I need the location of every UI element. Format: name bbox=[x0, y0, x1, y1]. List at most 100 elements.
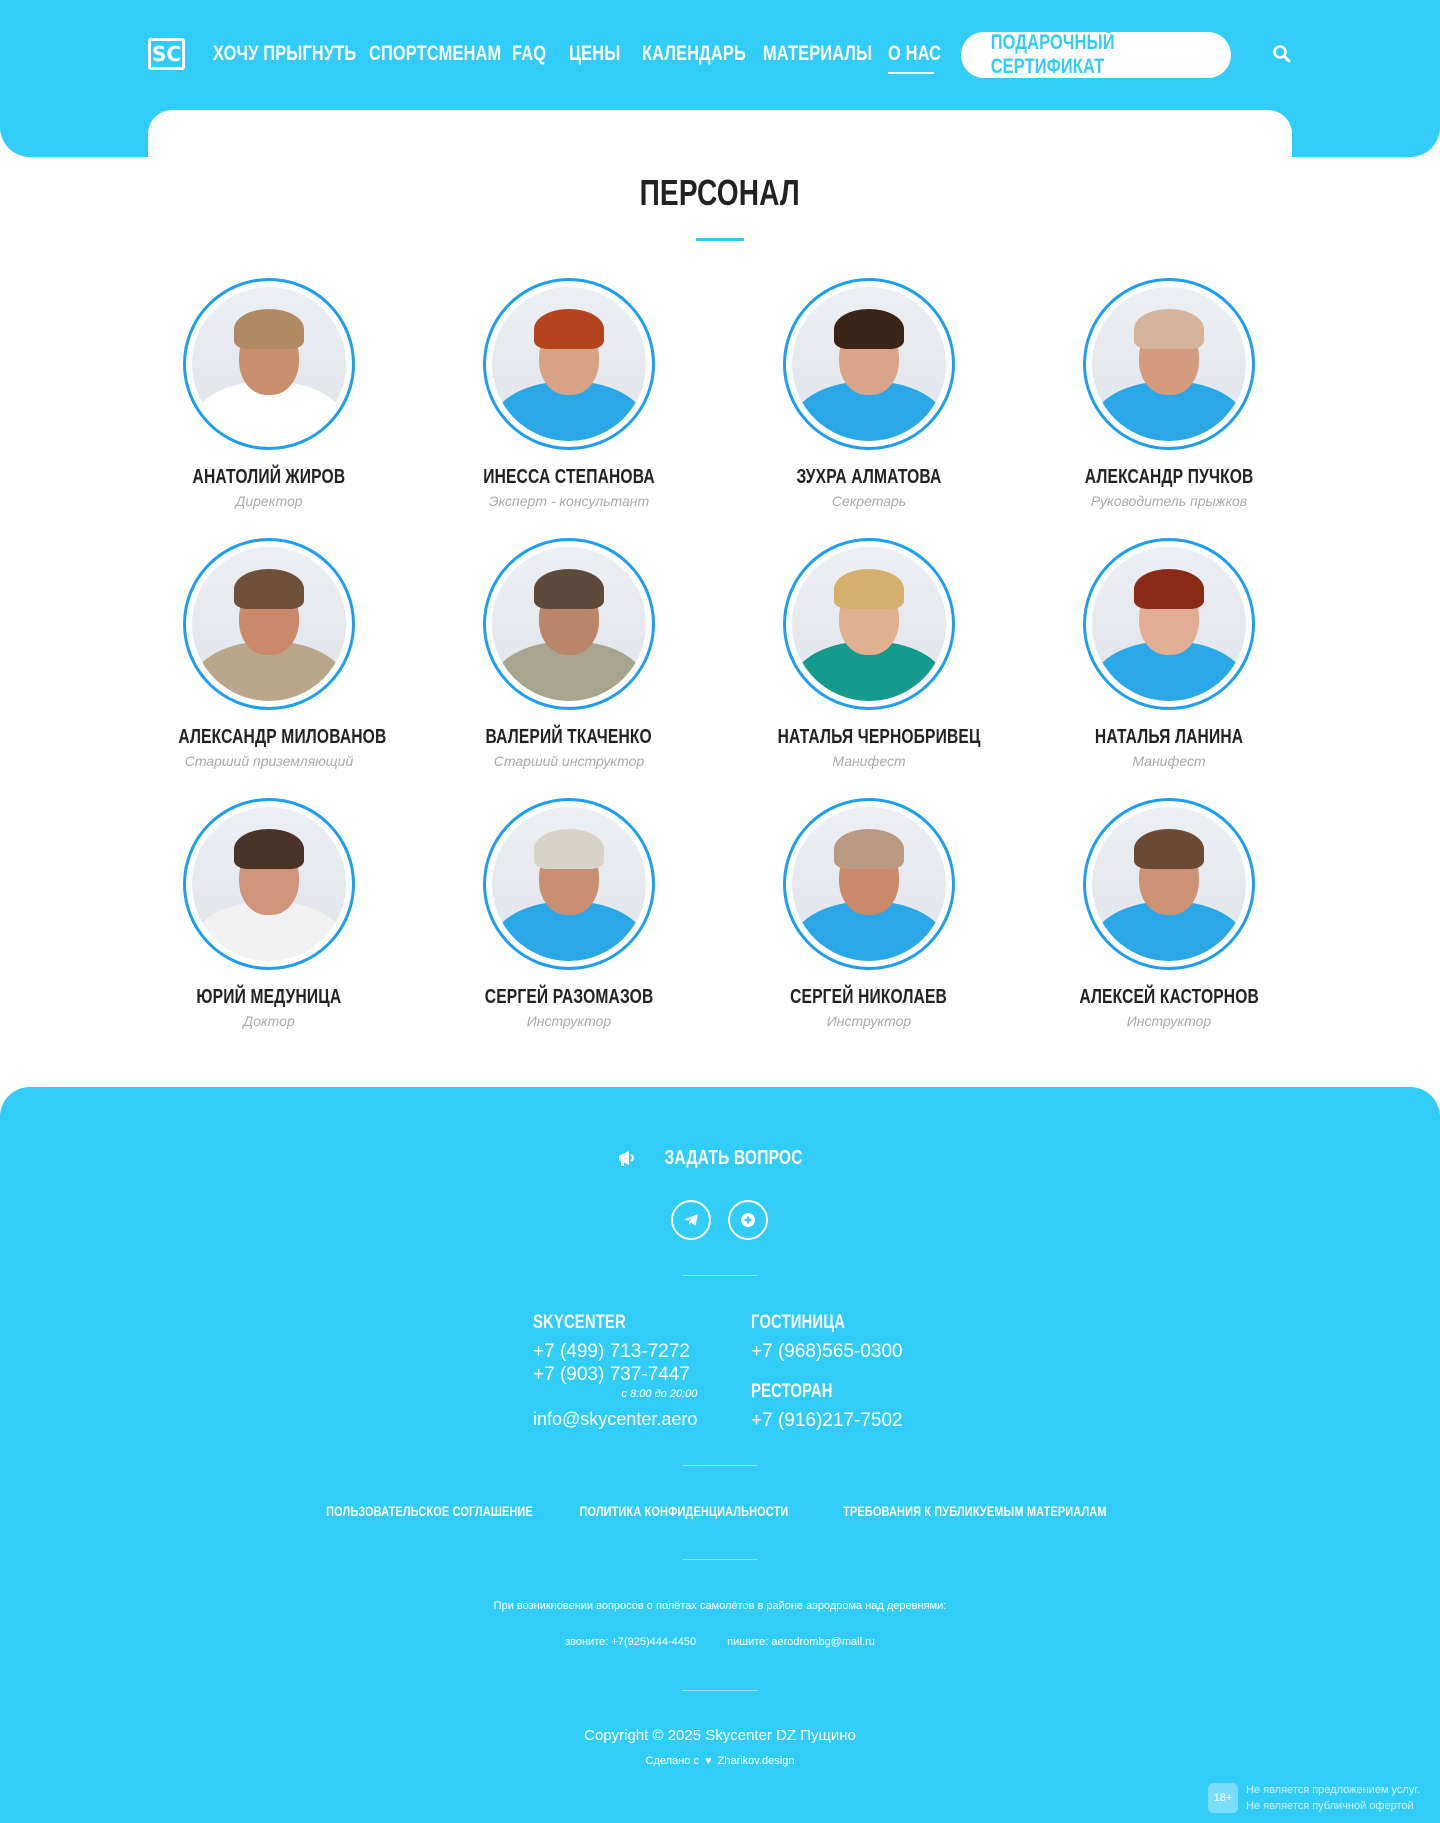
staff-card: ЗУХРА АЛМАТОВА Секретарь bbox=[749, 278, 989, 509]
megaphone-icon bbox=[619, 1151, 635, 1166]
staff-role: Инструктор bbox=[826, 1013, 912, 1029]
notice-contacts: звоните: +7(925)444-4450 пишите: aerodro… bbox=[0, 1636, 1440, 1648]
contacts-heading: SKYCENTER bbox=[533, 1312, 626, 1333]
avatar bbox=[183, 538, 355, 710]
staff-card: ЮРИЙ МЕДУНИЦА Доктор bbox=[149, 798, 389, 1029]
gift-certificate-button[interactable]: ПОДАРОЧНЫЙ СЕРТИФИКАТ bbox=[961, 31, 1231, 78]
staff-name: СЕРГЕЙ РАЗОМАЗОВ bbox=[484, 986, 654, 1008]
staff-section: ПЕРСОНАЛ АНАТОЛИЙ ЖИРОВ Директор ИНЕССА СТ… bbox=[148, 110, 1292, 1100]
contacts-skycenter: SKYCENTER +7 (499) 713-7272 +7 (903) 737… bbox=[533, 1312, 697, 1431]
avatar-photo bbox=[492, 807, 646, 961]
site-logo[interactable]: SC bbox=[148, 38, 185, 70]
email-link[interactable]: info@skycenter.aero bbox=[533, 1408, 697, 1431]
staff-card: НАТАЛЬЯ ЛАНИНА Манифест bbox=[1049, 538, 1289, 769]
staff-name: ВАЛЕРИЙ ТКАЧЕНКО bbox=[485, 726, 653, 748]
plus-circle-icon bbox=[741, 1213, 755, 1227]
divider bbox=[682, 1559, 758, 1560]
avatar-photo bbox=[792, 287, 946, 441]
plus-button[interactable] bbox=[728, 1200, 768, 1240]
copyright: Copyright © 2025 Skycenter DZ Пущино bbox=[584, 1727, 856, 1744]
staff-card: АЛЕКСАНДР ПУЧКОВ Руководитель прыжков bbox=[1049, 278, 1289, 509]
made-by-prefix: Сделано с bbox=[645, 1755, 699, 1767]
avatar-hair bbox=[834, 828, 904, 869]
staff-card: АЛЕКСАНДР МИЛОВАНОВ Старший приземляющий bbox=[149, 538, 389, 769]
ask-question-button[interactable]: ЗАДАТЬ ВОПРОС bbox=[0, 1147, 1440, 1170]
legal-links: ПОЛЬЗОВАТЕЛЬСКОЕ СОГЛАШЕНИЕ ПОЛИТИКА КОН… bbox=[0, 1503, 1440, 1519]
heart-icon: ♥ bbox=[705, 1755, 712, 1767]
staff-card: НАТАЛЬЯ ЧЕРНОБРИВЕЦ Манифест bbox=[749, 538, 989, 769]
staff-role: Секретарь bbox=[831, 493, 907, 509]
staff-role: Инструктор bbox=[1126, 1013, 1212, 1029]
staff-name: ЗУХРА АЛМАТОВА bbox=[796, 466, 942, 488]
avatar bbox=[1083, 798, 1255, 970]
age-badge: 18+ bbox=[1208, 1783, 1238, 1813]
disclaimer-line: Не является публичной офертой bbox=[1246, 1800, 1414, 1812]
avatar bbox=[483, 278, 655, 450]
avatar-hair bbox=[534, 828, 604, 869]
staff-name: АЛЕКСЕЙ КАСТОРНОВ bbox=[1079, 986, 1259, 1008]
search-icon[interactable] bbox=[1272, 44, 1292, 64]
notice-phone[interactable]: звоните: +7(925)444-4450 bbox=[565, 1636, 696, 1648]
staff-name: НАТАЛЬЯ ЧЕРНОБРИВЕЦ bbox=[777, 726, 981, 748]
designer-link[interactable]: Zharikov.design bbox=[718, 1755, 795, 1767]
staff-card: АНАТОЛИЙ ЖИРОВ Директор bbox=[149, 278, 389, 509]
avatar-photo bbox=[492, 547, 646, 701]
privacy-policy-link[interactable]: ПОЛИТИКА КОНФИДЕНЦИАЛЬНОСТИ bbox=[579, 1503, 788, 1519]
made-by: Сделано с ♥ Zharikov.design bbox=[0, 1755, 1440, 1767]
staff-role: Доктор bbox=[243, 1013, 295, 1029]
divider bbox=[682, 1690, 758, 1691]
avatar-photo bbox=[1092, 807, 1246, 961]
telegram-button[interactable] bbox=[671, 1200, 711, 1240]
avatar bbox=[483, 538, 655, 710]
avatar bbox=[783, 538, 955, 710]
staff-card: АЛЕКСЕЙ КАСТОРНОВ Инструктор bbox=[1049, 798, 1289, 1029]
staff-card: ВАЛЕРИЙ ТКАЧЕНКО Старший инструктор bbox=[449, 538, 689, 769]
phone-link[interactable]: +7 (903) 737-7447 bbox=[533, 1363, 697, 1386]
avatar-photo bbox=[792, 547, 946, 701]
avatar bbox=[1083, 278, 1255, 450]
avatar-photo bbox=[792, 807, 946, 961]
staff-name: АНАТОЛИЙ ЖИРОВ bbox=[192, 466, 346, 488]
disclaimer-line: Не является предложением услуг. bbox=[1246, 1784, 1421, 1796]
avatar bbox=[783, 278, 955, 450]
staff-role: Манифест bbox=[1132, 753, 1206, 769]
avatar bbox=[1083, 538, 1255, 710]
avatar bbox=[783, 798, 955, 970]
title-underline bbox=[696, 238, 744, 241]
staff-name: СЕРГЕЙ НИКОЛАЕВ bbox=[790, 986, 948, 1008]
nav-item-prices[interactable]: ЦЕНЫ bbox=[569, 42, 635, 66]
nav-item-materials[interactable]: МАТЕРИАЛЫ bbox=[763, 42, 903, 66]
avatar bbox=[183, 278, 355, 450]
avatar-hair bbox=[534, 568, 604, 609]
materials-requirements-link[interactable]: ТРЕБОВАНИЯ К ПУБЛИКУЕМЫМ МАТЕРИАЛАМ bbox=[843, 1503, 1106, 1519]
disclaimer-text: Не является предложением услуг. Не являе… bbox=[1246, 1782, 1420, 1814]
nav-item-faq[interactable]: FAQ bbox=[512, 42, 556, 66]
staff-role: Манифест bbox=[832, 753, 906, 769]
working-hours: с 8:00 до 20:00 bbox=[621, 1388, 698, 1400]
staff-role: Старший приземляющий bbox=[184, 753, 354, 769]
avatar-hair bbox=[1134, 568, 1204, 609]
user-agreement-link[interactable]: ПОЛЬЗОВАТЕЛЬСКОЕ СОГЛАШЕНИЕ bbox=[326, 1503, 533, 1519]
disclaimer: 18+ Не является предложением услуг. Не я… bbox=[1208, 1778, 1434, 1818]
nav-item-about[interactable]: О НАС bbox=[888, 42, 941, 74]
avatar-photo bbox=[192, 287, 346, 441]
hotel-heading: ГОСТИНИЦА bbox=[751, 1312, 846, 1333]
staff-role: Инструктор bbox=[526, 1013, 612, 1029]
telegram-icon bbox=[684, 1214, 698, 1226]
nav-item-calendar[interactable]: КАЛЕНДАРЬ bbox=[642, 42, 775, 66]
avatar-photo bbox=[492, 287, 646, 441]
avatar-hair bbox=[1134, 828, 1204, 869]
notice-email[interactable]: пишите: aerodrombg@mail.ru bbox=[727, 1636, 875, 1648]
footer: ЗАДАТЬ ВОПРОС SKYCENTER +7 (499) 713-727… bbox=[0, 1087, 1440, 1823]
staff-role: Руководитель прыжков bbox=[1090, 493, 1248, 509]
phone-link[interactable]: +7 (916)217-7502 bbox=[751, 1409, 903, 1432]
avatar-photo bbox=[192, 547, 346, 701]
staff-name: АЛЕКСАНДР ПУЧКОВ bbox=[1084, 466, 1254, 488]
phone-link[interactable]: +7 (968)565-0300 bbox=[751, 1340, 903, 1363]
restaurant-heading: РЕСТОРАН bbox=[751, 1381, 833, 1402]
avatar-hair bbox=[834, 308, 904, 349]
avatar-hair bbox=[234, 568, 304, 609]
divider bbox=[682, 1275, 758, 1276]
avatar-hair bbox=[534, 308, 604, 349]
phone-link[interactable]: +7 (499) 713-7272 bbox=[533, 1340, 697, 1363]
